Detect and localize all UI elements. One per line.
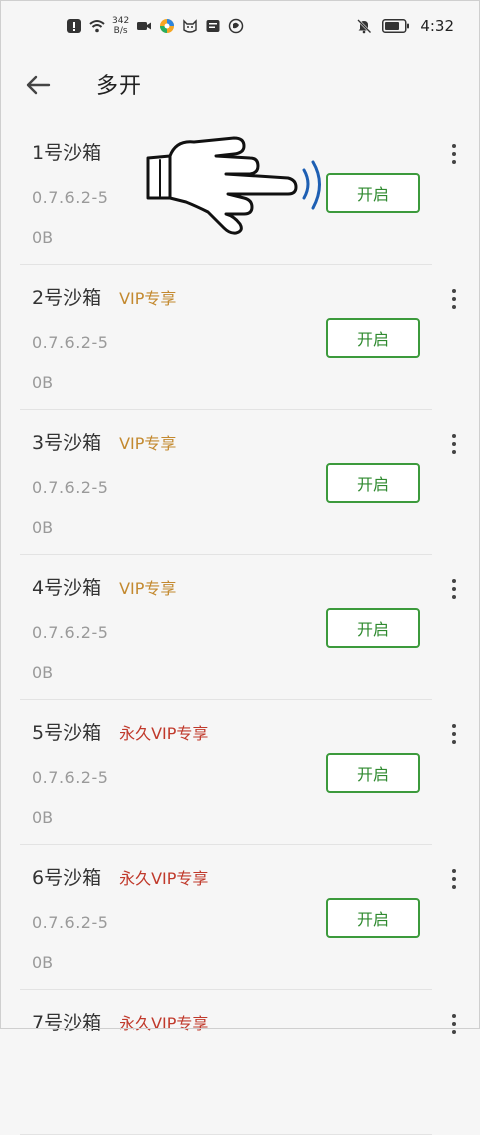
sandbox-item: 7号沙箱 永久VIP专享 <box>0 990 480 1135</box>
dot <box>452 305 456 309</box>
sandbox-version: 0.7.6.2-5 <box>32 188 109 207</box>
forever-vip-badge: 永久VIP专享 <box>119 869 209 888</box>
more-options-icon[interactable] <box>446 287 462 311</box>
open-sandbox-button[interactable]: 开启 <box>326 898 420 938</box>
sandbox-name-row: 4号沙箱 VIP专享 <box>32 573 176 600</box>
sandbox-name: 3号沙箱 <box>32 432 102 454</box>
network-speed: 342 B/s <box>112 16 129 36</box>
sandbox-name-row: 3号沙箱 VIP专享 <box>32 428 176 455</box>
sandbox-item: 3号沙箱 VIP专享 0.7.6.2-5 0B 开启 <box>0 410 480 555</box>
sandbox-list: 1号沙箱 0.7.6.2-5 0B 开启 2号沙箱 VIP专享 0.7.6.2-5 0B 开启 3… <box>0 120 480 1135</box>
notes-icon <box>206 20 220 32</box>
dot <box>452 450 456 454</box>
dot <box>452 152 456 156</box>
sandbox-name-row: 5号沙箱 永久VIP专享 <box>32 718 208 745</box>
dot <box>452 442 456 446</box>
open-sandbox-button[interactable]: 开启 <box>326 173 420 213</box>
sandbox-item: 1号沙箱 0.7.6.2-5 0B 开启 <box>0 120 480 265</box>
open-sandbox-button[interactable]: 开启 <box>326 463 420 503</box>
mute-icon <box>357 19 372 34</box>
more-options-icon[interactable] <box>446 577 462 601</box>
forever-vip-badge: 永久VIP专享 <box>119 1014 209 1033</box>
alert-icon <box>67 19 81 33</box>
sandbox-item: 2号沙箱 VIP专享 0.7.6.2-5 0B 开启 <box>0 265 480 410</box>
dot <box>452 160 456 164</box>
sandbox-name: 1号沙箱 <box>32 142 102 164</box>
dot <box>452 877 456 881</box>
sandbox-version: 0.7.6.2-5 <box>32 913 109 932</box>
sandbox-name-row: 2号沙箱 VIP专享 <box>32 283 176 310</box>
dot <box>452 740 456 744</box>
back-arrow-icon[interactable] <box>24 70 54 100</box>
clock: 4:32 <box>420 17 454 35</box>
open-sandbox-button[interactable]: 开启 <box>326 753 420 793</box>
network-speed-value: 342 <box>112 16 130 26</box>
sandbox-item: 6号沙箱 永久VIP专享 0.7.6.2-5 0B 开启 <box>0 845 480 990</box>
sandbox-size: 0B <box>32 228 54 247</box>
more-options-icon[interactable] <box>446 722 462 746</box>
dot <box>452 434 456 438</box>
network-speed-unit: B/s <box>113 26 128 36</box>
app-icon <box>160 19 175 33</box>
sandbox-item: 4号沙箱 VIP专享 0.7.6.2-5 0B 开启 <box>0 555 480 700</box>
forever-vip-badge: 永久VIP专享 <box>119 724 209 743</box>
dot <box>452 1014 456 1018</box>
dot <box>452 885 456 889</box>
sandbox-name: 7号沙箱 <box>32 1012 102 1034</box>
sandbox-name: 4号沙箱 <box>32 577 102 599</box>
dot <box>452 595 456 599</box>
vip-badge: VIP专享 <box>119 289 177 308</box>
status-left: 342 B/s <box>66 16 244 36</box>
status-right: 4:32 <box>356 17 454 35</box>
sandbox-version: 0.7.6.2-5 <box>32 768 109 787</box>
sandbox-name-row: 1号沙箱 <box>32 138 101 165</box>
dot <box>452 297 456 301</box>
dot <box>452 1022 456 1026</box>
more-options-icon[interactable] <box>446 432 462 456</box>
dot <box>452 869 456 873</box>
app-header: 多开 <box>0 56 480 116</box>
dot <box>452 587 456 591</box>
video-icon <box>137 22 152 30</box>
sandbox-name-row: 7号沙箱 永久VIP专享 <box>32 1008 208 1035</box>
dot <box>452 144 456 148</box>
vip-badge: VIP专享 <box>119 579 177 598</box>
sandbox-version: 0.7.6.2-5 <box>32 623 109 642</box>
sandbox-item: 5号沙箱 永久VIP专享 0.7.6.2-5 0B 开启 <box>0 700 480 845</box>
page-title: 多开 <box>96 74 143 99</box>
sandbox-version: 0.7.6.2-5 <box>32 478 109 497</box>
sandbox-version: 0.7.6.2-5 <box>32 333 109 352</box>
sandbox-size: 0B <box>32 373 54 392</box>
sandbox-size: 0B <box>32 953 54 972</box>
sandbox-size: 0B <box>32 518 54 537</box>
status-bar: 342 B/s 4:32 <box>0 0 480 56</box>
vip-badge: VIP专享 <box>119 434 177 453</box>
dot <box>452 724 456 728</box>
cat-icon <box>183 19 197 33</box>
more-options-icon[interactable] <box>446 867 462 891</box>
sandbox-name: 6号沙箱 <box>32 867 102 889</box>
open-sandbox-button[interactable]: 开启 <box>326 608 420 648</box>
battery-icon <box>382 19 410 33</box>
open-sandbox-button[interactable]: 开启 <box>326 318 420 358</box>
dot <box>452 289 456 293</box>
dot <box>452 732 456 736</box>
sandbox-size: 0B <box>32 808 54 827</box>
more-options-icon[interactable] <box>446 1012 462 1036</box>
dot <box>452 1030 456 1034</box>
sandbox-name: 5号沙箱 <box>32 722 102 744</box>
browser-icon <box>228 18 244 34</box>
more-options-icon[interactable] <box>446 142 462 166</box>
sandbox-size: 0B <box>32 663 54 682</box>
sandbox-name: 2号沙箱 <box>32 287 102 309</box>
wifi-icon <box>89 20 105 33</box>
dot <box>452 579 456 583</box>
sandbox-name-row: 6号沙箱 永久VIP专享 <box>32 863 208 890</box>
